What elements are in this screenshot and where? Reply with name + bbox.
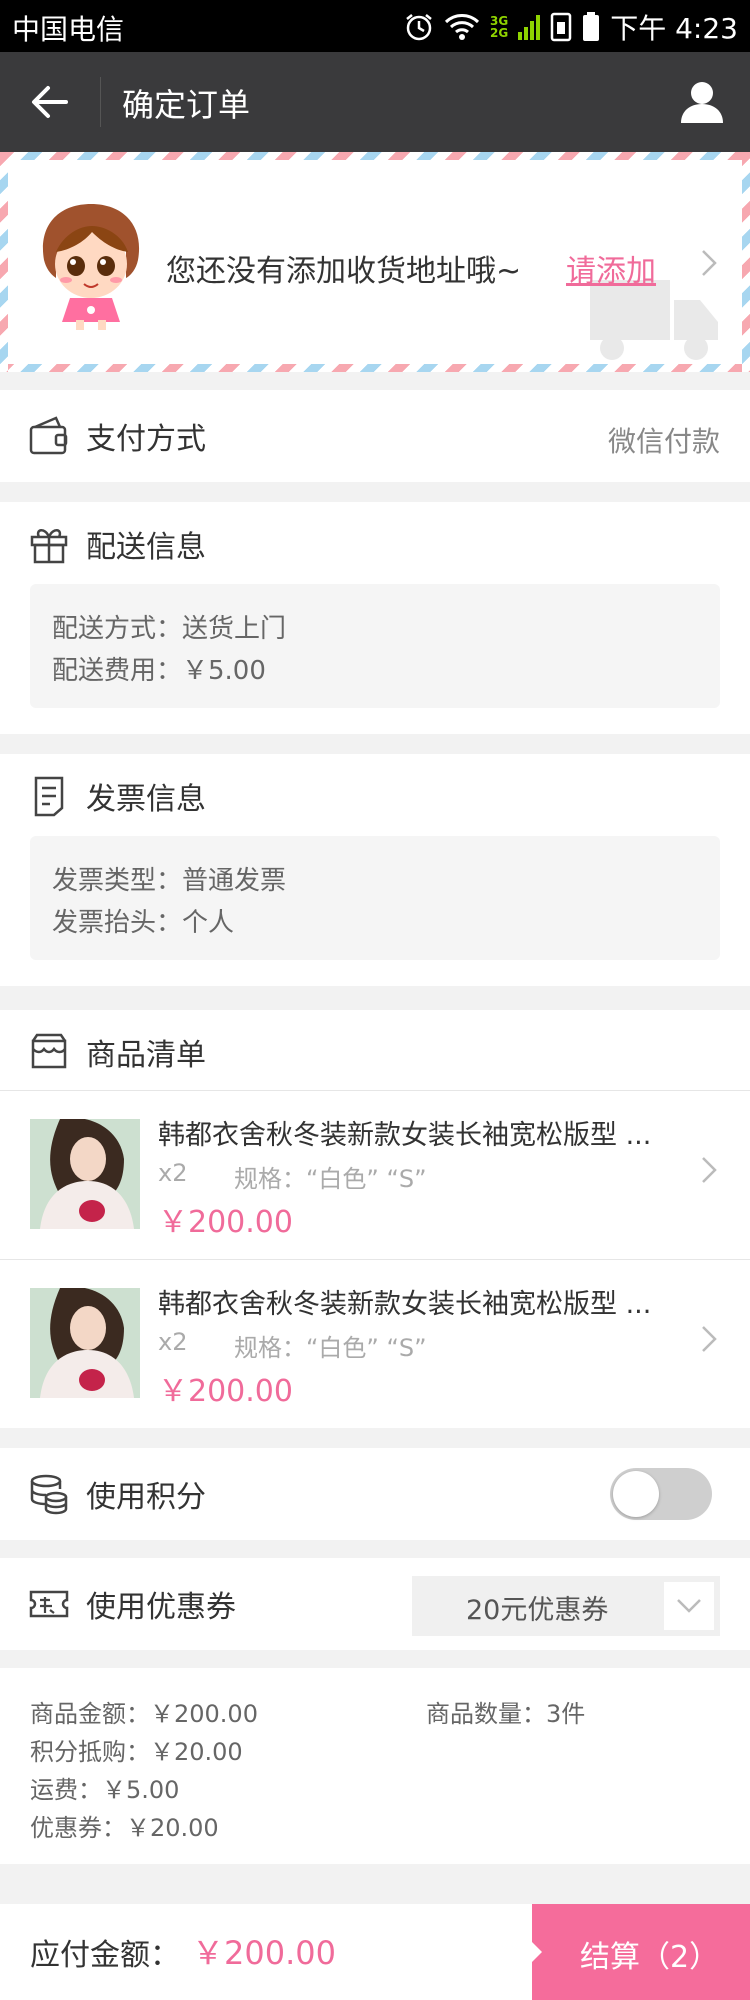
envelope-border-left <box>0 152 8 372</box>
cartoon-girl-icon <box>42 204 140 330</box>
coupon-label: 使用优惠券 <box>86 1590 236 1625</box>
delivery-header: 配送信息 <box>28 522 206 566</box>
carrier-name: 中国电信 <box>12 13 125 46</box>
add-address-link[interactable]: 请添加 <box>566 246 656 290</box>
points-section: 使用积分 <box>0 1448 750 1540</box>
invoice-header-type: 发票抬头：个人 <box>52 908 235 938</box>
network-2g: 2G <box>490 26 509 40</box>
arrow-left-icon <box>32 86 68 118</box>
points-toggle[interactable] <box>610 1468 712 1520</box>
dropdown-button[interactable] <box>664 1582 714 1630</box>
chevron-down-icon <box>677 1599 701 1613</box>
page-title: 确定订单 <box>122 86 251 124</box>
product-name: 韩都衣舍秋冬装新款女装长袖宽松版型 ... <box>158 1120 652 1151</box>
user-icon <box>681 82 723 123</box>
network-type: 3G 2G <box>490 15 508 39</box>
payment-header: 支付方式 <box>28 414 206 458</box>
payment-method-value: 微信付款 <box>607 425 720 458</box>
title-bar: 确定订单 <box>0 52 750 152</box>
coupon-discount: 优惠券：￥20.00 <box>30 1814 219 1842</box>
alarm-icon <box>406 14 432 41</box>
chevron-right-icon <box>702 250 717 276</box>
checkout-notch <box>532 1942 542 1962</box>
checkout-label: 结算（2） <box>580 1940 720 1975</box>
checkout-bar: 应付金额： ￥200.00 结算（2） <box>0 1904 750 2000</box>
product-spec: 规格：“白色” “S” <box>234 1334 427 1362</box>
title-divider <box>100 77 101 127</box>
product-list-section: 商品清单 韩都衣舍秋冬装新款女装长袖宽松版型 ... x2 规格：“白色” “S… <box>0 1010 750 1428</box>
status-bar: 中国电信 3G 2G 下午 4:23 <box>0 0 750 52</box>
payable-label: 应付金额： <box>30 1938 180 1973</box>
user-button[interactable] <box>674 74 730 130</box>
product-item[interactable]: 韩都衣舍秋冬装新款女装长袖宽松版型 ... x2 规格：“白色” “S” ￥20… <box>0 1090 750 1259</box>
goods-amount: 商品金额：￥200.00 <box>30 1700 258 1728</box>
coupon-section: 使用优惠券 20元优惠券 <box>0 1558 750 1650</box>
delivery-label: 配送信息 <box>86 530 206 565</box>
envelope-border-top <box>0 152 750 160</box>
delivery-section: 配送信息 配送方式：送货上门 配送费用：￥5.00 <box>0 502 750 734</box>
envelope-border-right <box>742 152 750 372</box>
product-thumbnail <box>30 1288 140 1398</box>
coupon-selected-value: 20元优惠券 <box>466 1595 609 1626</box>
toggle-knob <box>613 1471 659 1517</box>
product-name: 韩都衣舍秋冬装新款女装长袖宽松版型 ... <box>158 1289 652 1320</box>
status-icons: 3G 2G 下午 4:23 <box>404 7 738 47</box>
invoice-icon <box>34 776 64 817</box>
address-empty-message: 您还没有添加收货地址哦~ <box>166 254 522 289</box>
product-list-label: 商品清单 <box>86 1038 206 1073</box>
chevron-right-icon <box>702 1326 717 1352</box>
coupon-header: 使用优惠券 <box>28 1582 236 1626</box>
order-summary: 商品金额：￥200.00 商品数量：3件 积分抵购：￥20.00 运费：￥5.0… <box>0 1668 750 1864</box>
coupon-select[interactable]: 20元优惠券 <box>412 1576 720 1636</box>
payment-label: 支付方式 <box>86 422 206 457</box>
invoice-label: 发票信息 <box>86 782 206 817</box>
points-label: 使用积分 <box>86 1480 206 1515</box>
wallet-icon <box>29 416 68 455</box>
points-deduction: 积分抵购：￥20.00 <box>30 1738 243 1766</box>
points-header: 使用积分 <box>28 1472 206 1516</box>
coupon-icon <box>29 1590 69 1618</box>
battery-icon <box>583 12 600 41</box>
clock: 下午 4:23 <box>610 12 738 45</box>
address-card[interactable]: 您还没有添加收货地址哦~ 请添加 <box>0 152 750 372</box>
back-button[interactable] <box>20 72 80 132</box>
product-spec: 规格：“白色” “S” <box>234 1165 427 1193</box>
goods-count: 商品数量：3件 <box>426 1700 586 1728</box>
wifi-icon <box>444 14 480 40</box>
product-list-header: 商品清单 <box>28 1030 206 1074</box>
shipping-fee: 运费：￥5.00 <box>30 1776 180 1804</box>
coins-icon <box>30 1474 68 1515</box>
invoice-section[interactable]: 发票信息 发票类型：普通发票 发票抬头：个人 <box>0 754 750 986</box>
product-price: ￥200.00 <box>158 1374 293 1409</box>
shop-icon <box>31 1033 67 1069</box>
checkout-button[interactable]: 结算（2） <box>532 1904 750 2000</box>
payment-section[interactable]: 支付方式 微信付款 <box>0 390 750 482</box>
delivery-fee: 配送费用：￥5.00 <box>52 656 266 686</box>
signal-icon <box>518 15 541 40</box>
chevron-right-icon <box>702 1157 717 1183</box>
invoice-header: 发票信息 <box>28 774 206 818</box>
delivery-info-box: 配送方式：送货上门 配送费用：￥5.00 <box>30 584 720 708</box>
product-price: ￥200.00 <box>158 1205 293 1240</box>
delivery-method: 配送方式：送货上门 <box>52 614 287 644</box>
product-quantity: x2 <box>158 1328 188 1356</box>
product-thumbnail <box>30 1119 140 1229</box>
invoice-type: 发票类型：普通发票 <box>52 866 287 896</box>
product-item[interactable]: 韩都衣舍秋冬装新款女装长袖宽松版型 ... x2 规格：“白色” “S” ￥20… <box>0 1259 750 1428</box>
product-quantity: x2 <box>158 1159 188 1187</box>
sim-icon <box>550 12 572 42</box>
payable-amount: ￥200.00 <box>192 1934 336 1972</box>
gift-icon <box>30 529 68 564</box>
invoice-info-box: 发票类型：普通发票 发票抬头：个人 <box>30 836 720 960</box>
